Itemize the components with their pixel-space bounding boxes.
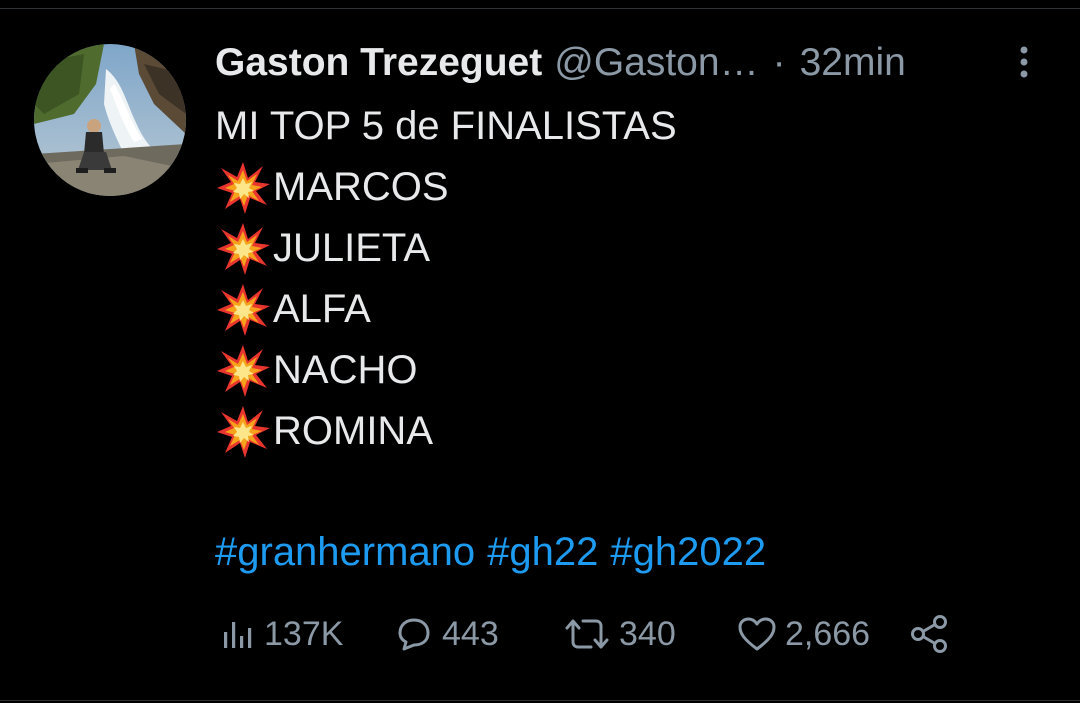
separator-dot: · — [772, 41, 786, 84]
heart-icon — [735, 614, 779, 654]
tweet-header: Gaston Trezeguet @Gaston… · 32min — [215, 38, 906, 88]
user-handle[interactable]: @Gaston… — [554, 41, 758, 85]
tweet-line: ROMINA — [215, 401, 677, 462]
tweet-line-text: ALFA — [273, 287, 371, 331]
like-button[interactable]: 2,666 — [735, 608, 870, 660]
tweet-line-text: MARCOS — [273, 165, 449, 209]
views-button[interactable]: 137K — [218, 608, 343, 660]
top-divider — [0, 8, 1080, 9]
hashtag-row: #granhermano #gh22 #gh2022 — [215, 522, 778, 582]
display-name[interactable]: Gaston Trezeguet — [215, 41, 542, 85]
tweet-line-text: MI TOP 5 de FINALISTAS — [215, 104, 677, 148]
retweet-icon — [561, 614, 613, 654]
tweet-line-text: JULIETA — [273, 226, 431, 270]
tweet-line: JULIETA — [215, 218, 677, 279]
views-count: 137K — [264, 614, 344, 653]
tweet-text: MI TOP 5 de FINALISTAS MARCOS JULIETA AL… — [215, 96, 677, 462]
like-count: 2,666 — [785, 614, 871, 653]
tweet-line: MI TOP 5 de FINALISTAS — [215, 96, 677, 157]
reply-count: 443 — [442, 614, 499, 653]
collision-emoji-icon — [215, 343, 271, 399]
tweet-line: MARCOS — [215, 157, 677, 218]
tweet-actions: 137K 443 340 2,666 — [218, 608, 978, 660]
avatar[interactable] — [34, 44, 186, 196]
tweet-line: ALFA — [215, 279, 677, 340]
tweet-line-text: ROMINA — [273, 409, 433, 453]
more-options-button[interactable] — [1010, 42, 1038, 82]
retweet-button[interactable]: 340 — [561, 608, 676, 660]
timestamp[interactable]: 32min — [800, 41, 906, 85]
hashtag-link[interactable]: #gh22 — [487, 530, 598, 574]
tweet-line: NACHO — [215, 340, 677, 401]
reply-button[interactable]: 443 — [392, 608, 499, 660]
collision-emoji-icon — [215, 282, 271, 338]
more-vertical-icon — [1020, 46, 1028, 78]
share-icon — [908, 612, 952, 656]
retweet-count: 340 — [619, 614, 676, 653]
reply-bubble-icon — [392, 614, 436, 654]
collision-emoji-icon — [215, 221, 271, 277]
collision-emoji-icon — [215, 404, 271, 460]
tweet-line-text: NACHO — [273, 348, 418, 392]
share-button[interactable] — [908, 608, 958, 660]
views-chart-icon — [218, 614, 258, 654]
hashtag-link[interactable]: #gh2022 — [610, 530, 766, 574]
bottom-divider — [0, 700, 1080, 701]
hashtag-link[interactable]: #granhermano — [215, 530, 475, 574]
collision-emoji-icon — [215, 160, 271, 216]
